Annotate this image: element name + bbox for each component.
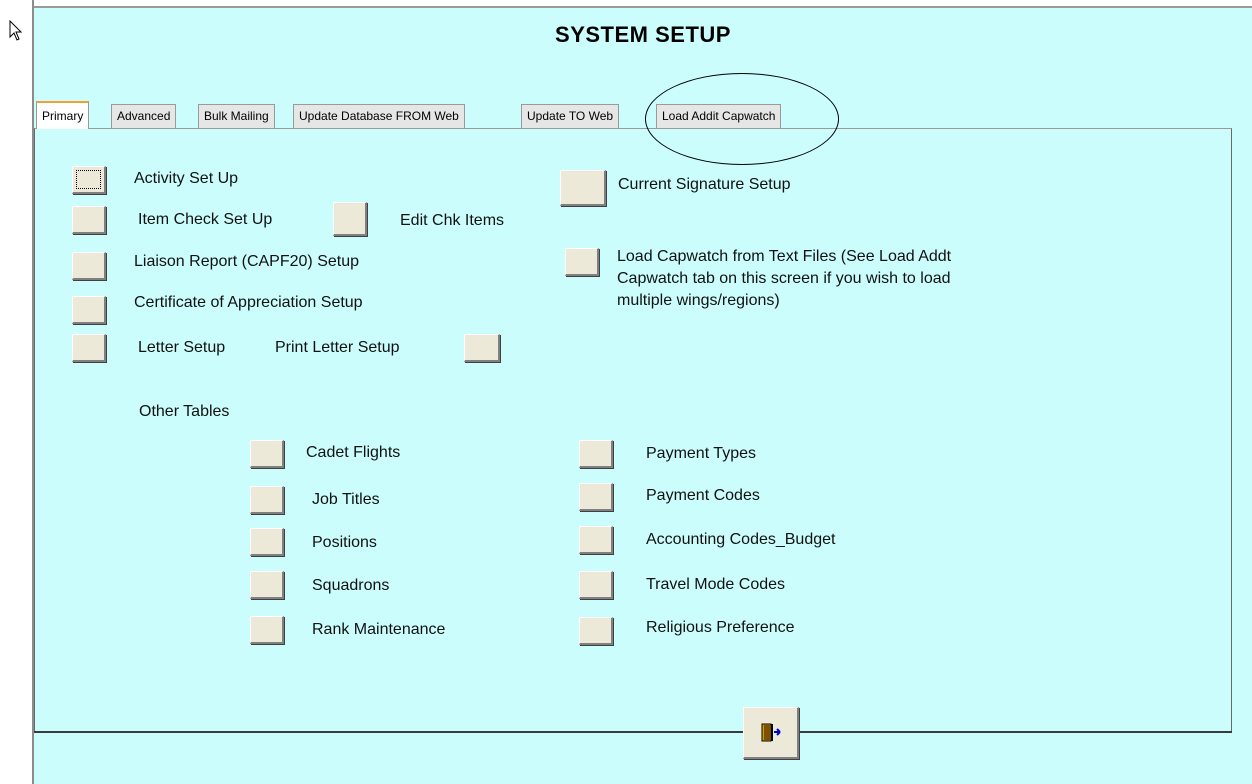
item-check-setup-button[interactable]	[72, 206, 106, 234]
liaison-report-setup-label: Liaison Report (CAPF20) Setup	[134, 253, 359, 270]
payment-types-label: Payment Types	[646, 445, 756, 462]
letter-setup-button[interactable]	[72, 334, 106, 362]
letter-setup-label: Letter Setup	[138, 339, 226, 356]
payment-codes-label: Payment Codes	[646, 487, 760, 504]
accounting-codes-budget-label: Accounting Codes_Budget	[646, 531, 836, 548]
record-selector-strip	[0, 0, 34, 784]
liaison-report-setup-button[interactable]	[72, 252, 106, 280]
cadet-flights-label: Cadet Flights	[306, 444, 401, 461]
rank-maintenance-label: Rank Maintenance	[312, 621, 446, 638]
print-letter-setup-button[interactable]	[464, 334, 500, 362]
tab-bulk-mailing[interactable]: Bulk Mailing	[198, 104, 275, 128]
panel-bottom-divider	[34, 731, 1232, 733]
edit-chk-items-label: Edit Chk Items	[400, 212, 505, 229]
travel-mode-codes-button[interactable]	[579, 571, 613, 599]
tab-advanced[interactable]: Advanced	[111, 104, 177, 128]
tab-update-database-from-web[interactable]: Update Database FROM Web	[293, 104, 465, 128]
edit-chk-items-button[interactable]	[333, 202, 367, 236]
religious-preference-button[interactable]	[579, 617, 613, 645]
accounting-codes-budget-button[interactable]	[579, 526, 613, 554]
current-signature-setup-label: Current Signature Setup	[618, 176, 791, 193]
tab-update-to-web[interactable]: Update TO Web	[521, 104, 620, 128]
job-titles-label: Job Titles	[312, 491, 380, 508]
religious-preference-label: Religious Preference	[646, 619, 795, 636]
load-capwatch-button[interactable]	[565, 248, 599, 276]
window-top-border	[0, 0, 1252, 8]
activity-setup-button[interactable]	[72, 166, 106, 194]
job-titles-button[interactable]	[250, 486, 284, 514]
cadet-flights-button[interactable]	[250, 440, 284, 468]
rank-maintenance-button[interactable]	[250, 616, 284, 644]
activity-setup-label: Activity Set Up	[134, 170, 239, 187]
squadrons-label: Squadrons	[312, 577, 390, 594]
positions-label: Positions	[312, 534, 377, 551]
payment-types-button[interactable]	[579, 440, 613, 468]
certificate-setup-label: Certificate of Appreciation Setup	[134, 294, 363, 311]
current-signature-setup-button[interactable]	[560, 170, 606, 206]
travel-mode-codes-label: Travel Mode Codes	[646, 576, 786, 593]
load-capwatch-label: Load Capwatch from Text Files (See Load …	[617, 248, 952, 309]
print-letter-setup-label: Print Letter Setup	[275, 339, 400, 356]
item-check-setup-label: Item Check Set Up	[138, 211, 273, 228]
squadrons-button[interactable]	[250, 571, 284, 599]
highlight-ellipse	[645, 73, 839, 165]
certificate-setup-button[interactable]	[72, 296, 106, 324]
form-title: SYSTEM SETUP	[555, 22, 731, 47]
mouse-pointer-icon	[9, 20, 23, 41]
exit-button[interactable]	[743, 707, 799, 759]
other-tables-heading: Other Tables	[139, 403, 230, 420]
payment-codes-button[interactable]	[579, 483, 613, 511]
tab-primary[interactable]: Primary	[36, 101, 90, 129]
exit-door-icon	[761, 723, 781, 742]
positions-button[interactable]	[250, 528, 284, 556]
